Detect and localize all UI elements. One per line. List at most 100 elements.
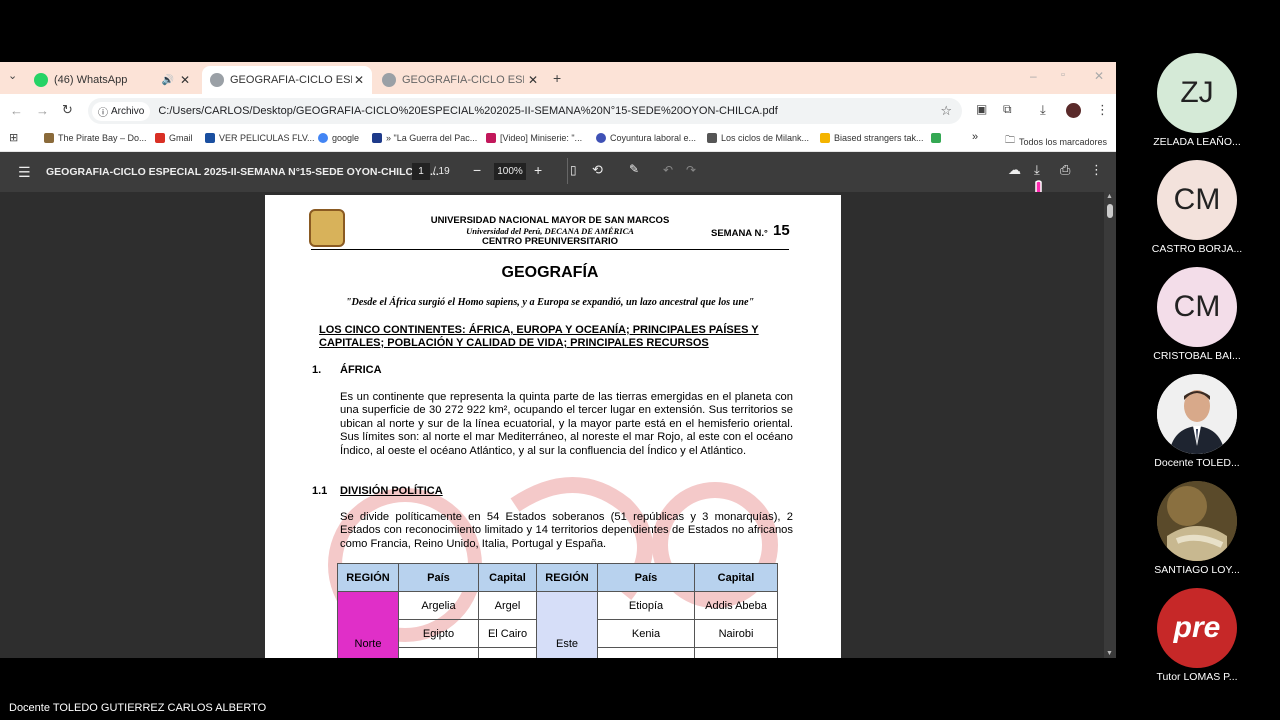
avatar [1157, 374, 1237, 454]
university-name: UNIVERSIDAD NACIONAL MAYOR DE SAN MARCOS [430, 215, 670, 226]
table-cell [478, 647, 537, 658]
pdf-filename: GEOGRAFIA-CICLO ESPECIAL 2025-II-SEMANA … [46, 166, 439, 178]
table-cell: Argelia [398, 591, 479, 620]
avatar: CM [1157, 160, 1237, 240]
bookmark-item[interactable]: Coyuntura laboral e... [596, 133, 696, 143]
menu-kebab-icon[interactable]: ⋮ [1096, 103, 1109, 116]
close-tab-icon[interactable]: ✕ [528, 73, 538, 87]
table-cell [398, 647, 479, 658]
scroll-down-icon[interactable]: ▼ [1106, 650, 1113, 657]
participant-tile[interactable]: CM CRISTOBAL BAI... [1150, 267, 1244, 362]
draw-icon[interactable]: ✎ [629, 162, 639, 176]
globe-icon [382, 73, 396, 87]
bookmark-item[interactable]: Gmail [155, 133, 193, 143]
tab-geografia[interactable]: GEOGRAFIA-CICLO ESPECIAL 20 ✕ [374, 66, 546, 94]
participant-tile[interactable]: CM CASTRO BORJA... [1150, 160, 1244, 255]
pdf-viewport[interactable]: UNIVERSIDAD NACIONAL MAYOR DE SAN MARCOS… [0, 192, 1116, 658]
bookmark-item[interactable]: The Pirate Bay – Do... [44, 133, 147, 143]
subsection-title: DIVISIÓN POLÍTICA [340, 485, 443, 497]
university-seal [309, 209, 345, 247]
print-icon[interactable]: ⎙ [1060, 162, 1070, 178]
zoom-out-icon[interactable]: − [473, 162, 481, 178]
bookmark-item[interactable]: » "La Guerra del Pac... [372, 133, 477, 143]
maximize-icon[interactable]: ▫ [1061, 70, 1065, 81]
paragraph-division: Se divide políticamente en 54 Estados so… [340, 511, 793, 550]
bookmark-item[interactable]: Los ciclos de Milank... [707, 133, 809, 143]
paragraph-africa: Es un continente que representa la quint… [340, 391, 793, 457]
forward-icon[interactable]: → [36, 104, 49, 117]
back-icon[interactable]: ← [10, 104, 23, 117]
all-bookmarks-folder[interactable]: 🗀 Todos los marcadores [1005, 133, 1107, 150]
painting-icon [1157, 481, 1237, 561]
globe-icon [596, 133, 606, 143]
hamburger-menu-icon[interactable]: ☰ [18, 164, 31, 181]
more-options-icon[interactable]: ⋮ [1090, 162, 1103, 178]
scroll-up-icon[interactable]: ▲ [1106, 193, 1113, 200]
table-cell: Etiopía [597, 591, 695, 620]
minimize-icon[interactable]: – [1030, 70, 1037, 82]
more-bookmarks-button[interactable]: » [972, 131, 978, 143]
table-cell: Kenia [597, 619, 695, 648]
puzzle-icon[interactable]: ⧉ [1003, 103, 1012, 115]
table-cell: Argel [478, 591, 537, 620]
participant-tile[interactable]: pre Tutor LOMAS P... [1150, 588, 1244, 683]
section-heading-line1: LOS CINCO CONTINENTES: ÁFRICA, EUROPA Y … [319, 324, 759, 336]
participant-tile[interactable]: SANTIAGO LOY... [1150, 481, 1244, 576]
reload-icon[interactable]: ↻ [62, 103, 73, 116]
tab-whatsapp[interactable]: (46) WhatsApp 🔊 ✕ [26, 66, 198, 94]
address-bar[interactable]: ⓘ Archivo C:/Users/CARLOS/Desktop/GEOGRAF… [88, 98, 962, 124]
bookmark-item[interactable]: Biased strangers tak... [820, 133, 924, 143]
downloads-icon[interactable]: ⤓ [1040, 103, 1046, 116]
bookmark-item[interactable]: VER PELICULAS FLV... [205, 133, 315, 143]
avatar: CM [1157, 267, 1237, 347]
close-window-icon[interactable]: ✕ [1094, 70, 1104, 82]
participant-name: SANTIAGO LOY... [1154, 564, 1240, 576]
profile-avatar[interactable] [1066, 103, 1081, 118]
speaker-icon[interactable]: 🔊 [162, 75, 174, 86]
avatar: pre [1157, 588, 1237, 668]
bookmark-item[interactable] [931, 133, 941, 143]
countries-table: REGIÓN País Capital REGIÓN País Capital … [337, 563, 778, 658]
bookmark-star-icon[interactable]: ☆ [940, 103, 952, 119]
pinwheel-icon [931, 133, 941, 143]
zoom-in-icon[interactable]: + [534, 162, 542, 178]
bookmark-item[interactable]: [Video] Miniserie: "... [486, 133, 582, 143]
rotate-icon[interactable]: ⟲ [592, 162, 603, 178]
table-cell: Nairobi [694, 619, 778, 648]
tab-geografia-active[interactable]: GEOGRAFIA-CICLO ESPECIAL 20 ✕ [202, 66, 372, 94]
page-number-input[interactable]: 1 [412, 163, 430, 180]
download-icon[interactable]: ⤓ [1034, 162, 1040, 178]
redo-icon[interactable]: ↷ [686, 163, 696, 177]
table-header: REGIÓN [337, 563, 399, 592]
extension-icon[interactable]: ▣ [976, 103, 987, 115]
table-header: Capital [478, 563, 537, 592]
section-heading-line2: CAPITALES; POBLACIÓN Y CALIDAD DE VIDA; … [319, 337, 709, 349]
tab-strip: ⌄ (46) WhatsApp 🔊 ✕ GEOGRAFIA-CICLO ESPE… [0, 62, 1116, 94]
bookmarks-bar: ⊞ The Pirate Bay – Do... Gmail VER PELIC… [0, 128, 1116, 152]
new-tab-icon[interactable]: + [553, 71, 561, 85]
semana-label: SEMANA N.° [711, 228, 768, 239]
participant-name: ZELADA LEAÑO... [1153, 136, 1241, 148]
participant-tile[interactable]: Docente TOLED... [1150, 374, 1244, 469]
undo-icon[interactable]: ↶ [663, 163, 673, 177]
video-icon [486, 133, 496, 143]
section-title: ÁFRICA [340, 364, 382, 376]
pdf-scrollbar[interactable]: ▲ ▼ [1104, 192, 1116, 658]
google-icon [318, 133, 328, 143]
apps-grid-icon[interactable]: ⊞ [9, 133, 18, 144]
table-header: Capital [694, 563, 778, 592]
bookmark-item[interactable]: google [318, 133, 359, 143]
close-tab-icon[interactable]: ✕ [180, 73, 190, 87]
close-tab-icon[interactable]: ✕ [354, 73, 364, 87]
save-to-drive-icon[interactable]: ☁ [1008, 162, 1021, 178]
file-chip[interactable]: ⓘ Archivo [92, 101, 151, 121]
fit-page-icon[interactable]: ▯ [570, 163, 577, 177]
region-cell: Norte [337, 591, 399, 658]
participant-name: CASTRO BORJA... [1151, 243, 1243, 255]
zoom-level-input[interactable]: 100% [494, 163, 526, 180]
participant-name: Docente TOLED... [1154, 457, 1240, 469]
participant-tile[interactable]: ZJ ZELADA LEAÑO... [1150, 53, 1244, 148]
tab-search-icon[interactable]: ⌄ [8, 71, 17, 82]
table-header: País [597, 563, 695, 592]
scrollbar-thumb[interactable] [1107, 204, 1113, 218]
